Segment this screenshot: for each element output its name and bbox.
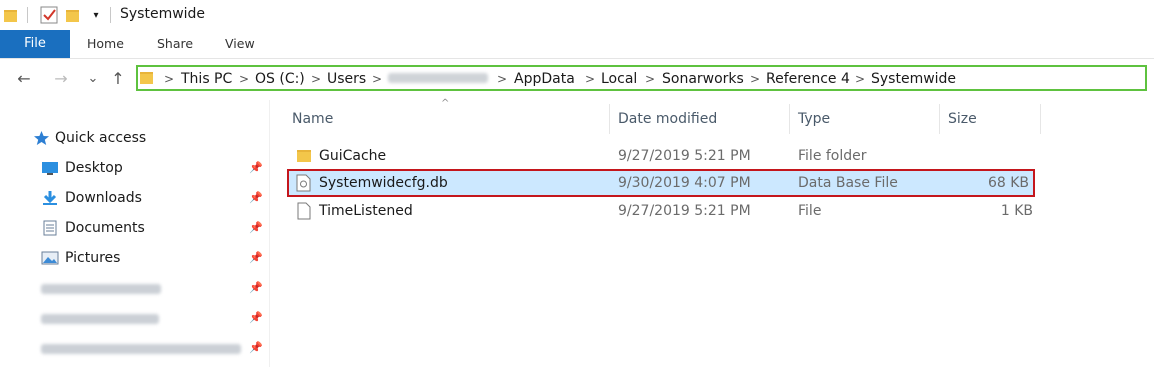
breadcrumb-users[interactable]: Users — [327, 70, 366, 88]
sidebar-item-redacted[interactable] — [41, 284, 161, 294]
breadcrumb-separator: > — [239, 72, 250, 86]
sort-ascending-icon: ^ — [441, 98, 450, 109]
sidebar-item-redacted[interactable] — [41, 314, 159, 324]
pin-icon[interactable]: 📌 — [249, 311, 263, 325]
new-folder-icon[interactable] — [66, 8, 79, 22]
file-type: File — [798, 203, 822, 219]
sidebar-item-quick-access[interactable]: Quick access — [55, 127, 146, 149]
breadcrumb-appdata[interactable]: AppData — [514, 70, 575, 88]
breadcrumb-reference-4[interactable]: Reference 4 — [766, 70, 850, 88]
breadcrumb-this-pc[interactable]: This PC — [181, 70, 232, 88]
column-header-type[interactable]: Type — [798, 111, 830, 127]
breadcrumb-sonarworks[interactable]: Sonarworks — [662, 70, 744, 88]
breadcrumb-systemwide[interactable]: Systemwide — [871, 70, 956, 88]
breadcrumb-username-redacted[interactable] — [388, 73, 488, 83]
column-header-date-modified[interactable]: Date modified — [618, 111, 717, 127]
file-type: File folder — [798, 148, 867, 164]
pictures-icon — [41, 251, 59, 265]
table-row[interactable]: TimeListened 9/27/2019 5:21 PM File 1 KB — [287, 199, 1033, 223]
address-folder-icon — [140, 72, 153, 84]
sidebar-item-pictures[interactable]: Pictures — [65, 247, 120, 269]
properties-check-icon[interactable] — [40, 6, 58, 24]
sidebar-item-downloads[interactable]: Downloads — [65, 187, 142, 209]
file-date: 9/27/2019 5:21 PM — [618, 203, 751, 219]
file-icon — [297, 202, 311, 220]
column-divider[interactable] — [789, 104, 790, 134]
sidebar-item-documents[interactable]: Documents — [65, 217, 145, 239]
breadcrumb-os-c[interactable]: OS (C:) — [255, 70, 305, 88]
pin-icon[interactable]: 📌 — [249, 161, 263, 175]
back-button[interactable]: ← — [13, 68, 35, 90]
column-header-name[interactable]: Name — [292, 111, 333, 127]
breadcrumb-separator: > — [645, 72, 656, 86]
sidebar-item-desktop[interactable]: Desktop — [65, 157, 123, 179]
highlight-box — [287, 169, 1035, 197]
star-icon — [34, 131, 49, 145]
documents-icon — [43, 220, 57, 236]
pane-divider — [269, 100, 270, 367]
file-name: TimeListened — [319, 203, 413, 219]
download-icon — [43, 191, 57, 205]
recent-locations-button[interactable]: ⌄ — [82, 68, 104, 90]
up-button[interactable]: ↑ — [107, 68, 129, 90]
tab-view[interactable]: View — [225, 30, 255, 58]
window-title: Systemwide — [120, 6, 206, 22]
tab-home[interactable]: Home — [87, 30, 124, 58]
breadcrumb-separator: > — [164, 72, 175, 86]
tab-share[interactable]: Share — [157, 30, 193, 58]
breadcrumb-separator: > — [372, 72, 383, 86]
breadcrumb-separator: > — [311, 72, 322, 86]
file-name: GuiCache — [319, 148, 387, 164]
file-date: 9/27/2019 5:21 PM — [618, 148, 751, 164]
pin-icon[interactable]: 📌 — [249, 281, 263, 295]
title-separator — [110, 7, 111, 23]
column-divider[interactable] — [939, 104, 940, 134]
tab-file[interactable]: File — [0, 30, 70, 58]
breadcrumb-separator: > — [750, 72, 761, 86]
breadcrumb-local[interactable]: Local — [601, 70, 637, 88]
forward-button[interactable]: → — [50, 68, 72, 90]
file-size: 1 KB — [1000, 203, 1033, 219]
breadcrumb-separator: > — [855, 72, 866, 86]
column-divider[interactable] — [1040, 104, 1041, 134]
pin-icon[interactable]: 📌 — [249, 191, 263, 205]
pin-icon[interactable]: 📌 — [249, 221, 263, 235]
column-divider[interactable] — [609, 104, 610, 134]
breadcrumb-separator: > — [497, 72, 508, 86]
folder-icon — [297, 150, 311, 162]
breadcrumb-separator: > — [585, 72, 596, 86]
desktop-icon — [42, 162, 58, 175]
qat-separator — [27, 7, 28, 23]
qat-customize-dropdown[interactable]: ▾ — [88, 4, 104, 26]
pin-icon[interactable]: 📌 — [249, 251, 263, 265]
sidebar-item-redacted[interactable] — [41, 344, 241, 354]
pin-icon[interactable]: 📌 — [249, 341, 263, 355]
column-header-size[interactable]: Size — [948, 111, 977, 127]
table-row[interactable]: GuiCache 9/27/2019 5:21 PM File folder — [287, 144, 1033, 168]
folder-icon — [4, 10, 17, 22]
